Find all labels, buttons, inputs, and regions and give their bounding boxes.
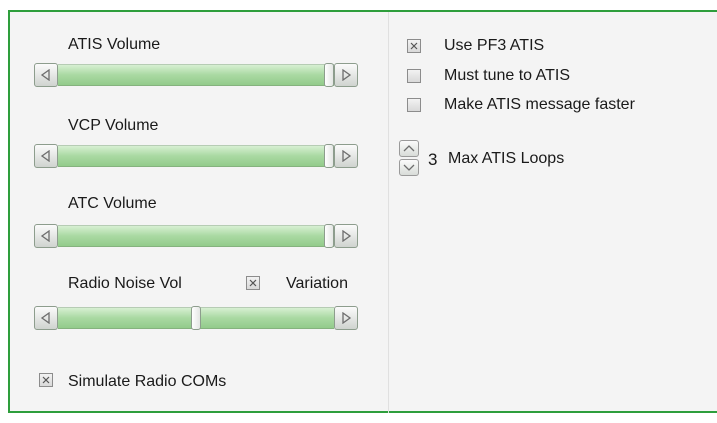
x-check-icon [410,42,418,50]
max-atis-loops-value: 3 [428,150,438,169]
slider-track[interactable] [58,145,334,167]
use-pf3-atis-checkbox[interactable] [407,39,421,53]
triangle-left-icon[interactable] [34,144,58,168]
max-atis-loops-label: Max ATIS Loops [448,150,565,167]
max-atis-loops-spinner[interactable] [399,140,419,176]
atc-volume-label: ATC Volume [68,195,157,212]
triangle-right-icon[interactable] [334,224,358,248]
triangle-right-icon[interactable] [334,144,358,168]
vcp-volume-slider[interactable] [34,144,358,168]
atis-volume-slider[interactable] [34,63,358,87]
triangle-right-icon[interactable] [334,63,358,87]
column-divider [388,12,389,413]
slider-thumb[interactable] [324,63,334,87]
slider-thumb[interactable] [324,224,334,248]
must-tune-to-atis-label: Must tune to ATIS [444,67,570,84]
simulate-radio-coms-checkbox[interactable] [39,373,53,387]
chevron-down-icon[interactable] [399,159,419,176]
make-atis-faster-label: Make ATIS message faster [444,96,635,113]
triangle-right-icon[interactable] [334,306,358,330]
variation-checkbox[interactable] [246,276,260,290]
atis-volume-label: ATIS Volume [68,36,161,53]
chevron-up-icon[interactable] [399,140,419,157]
slider-track[interactable] [58,64,334,86]
use-pf3-atis-label: Use PF3 ATIS [444,37,545,54]
radio-noise-volume-slider[interactable] [34,306,358,330]
slider-thumb[interactable] [191,306,201,330]
x-check-icon [42,376,50,384]
must-tune-to-atis-checkbox[interactable] [407,69,421,83]
atc-volume-slider[interactable] [34,224,358,248]
triangle-left-icon[interactable] [34,306,58,330]
slider-track[interactable] [58,225,334,247]
vcp-volume-label: VCP Volume [68,117,159,134]
make-atis-faster-checkbox[interactable] [407,98,421,112]
simulate-radio-coms-label: Simulate Radio COMs [68,373,227,390]
slider-thumb[interactable] [324,144,334,168]
variation-label: Variation [286,275,348,292]
x-check-icon [249,279,257,287]
radio-noise-volume-label: Radio Noise Vol [68,275,182,292]
triangle-left-icon[interactable] [34,63,58,87]
triangle-left-icon[interactable] [34,224,58,248]
